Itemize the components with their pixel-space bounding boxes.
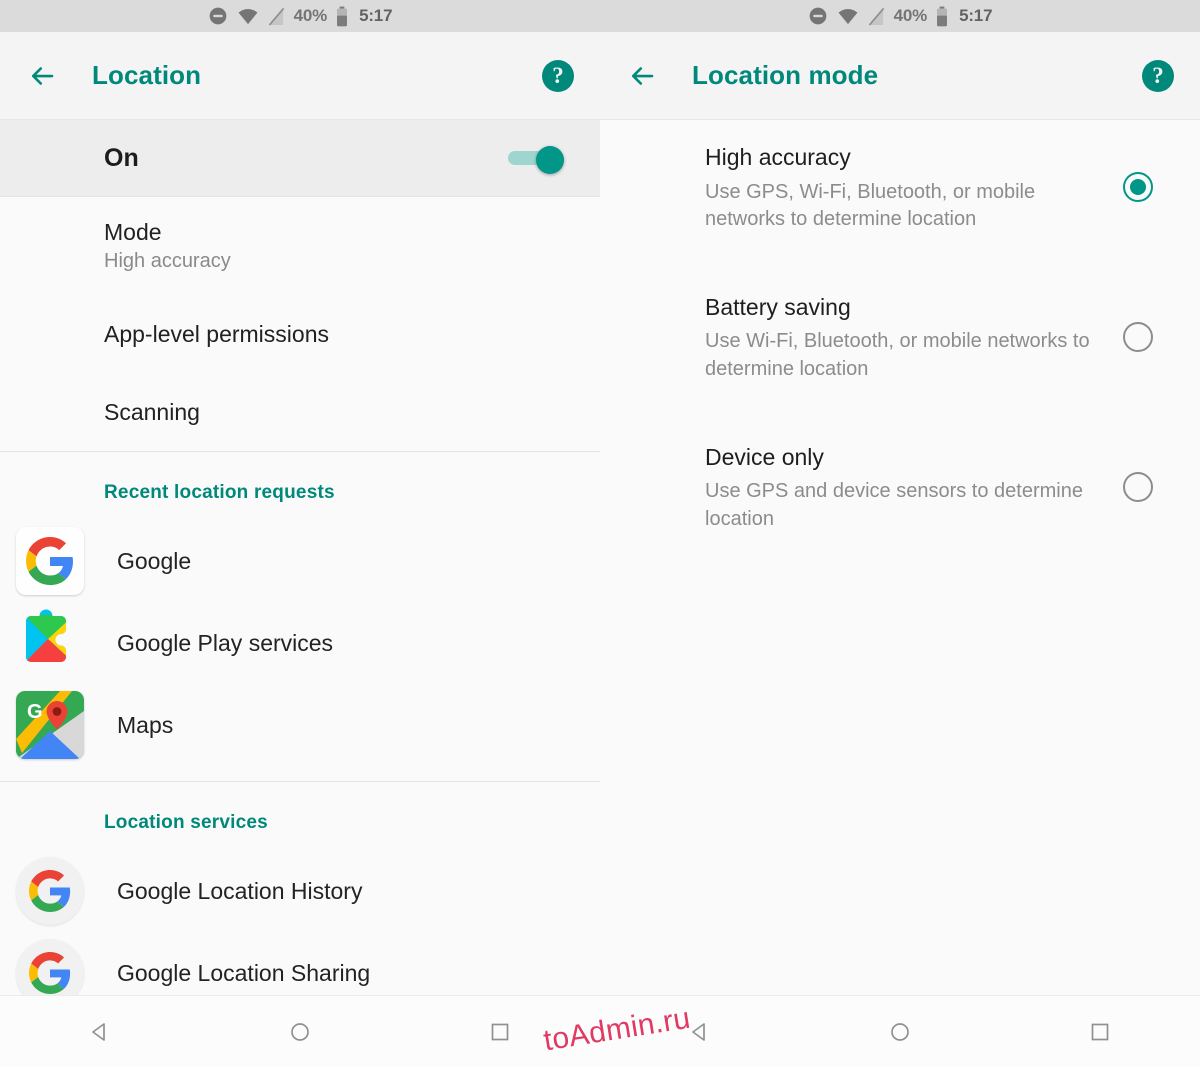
list-item-label: Maps — [117, 711, 174, 738]
option-title: High accuracy — [705, 144, 851, 170]
no-sim-signal-icon — [868, 7, 884, 26]
nav-recents-button[interactable] — [1065, 996, 1135, 1067]
row-title: Mode — [104, 219, 162, 245]
recents-square-icon — [1091, 1023, 1109, 1040]
sidebar-item-scanning[interactable]: Scanning — [0, 373, 600, 451]
option-title: Battery saving — [705, 293, 851, 320]
list-item[interactable]: Google Play services — [0, 602, 600, 684]
app-bar-location: Location ? — [0, 32, 600, 120]
battery-percent-label: 40% — [293, 6, 328, 25]
page-title: Location mode — [692, 60, 879, 90]
section-header-recent-requests: Recent location requests — [104, 482, 335, 504]
toggle-state-label: On — [104, 143, 139, 172]
wifi-icon — [838, 9, 858, 25]
status-bar-left: 40% 5:17 — [0, 0, 600, 32]
list-item-label: Google Location History — [117, 877, 363, 904]
option-description: Use Wi-Fi, Bluetooth, or mobile networks… — [705, 330, 1090, 380]
back-triangle-icon — [92, 1022, 105, 1041]
switch-thumb — [536, 146, 564, 174]
do-not-disturb-icon — [209, 7, 226, 25]
section-header-location-services: Location services — [104, 812, 268, 834]
arrow-left-icon — [631, 66, 654, 85]
row-subtitle: High accuracy — [104, 250, 231, 273]
google-play-services-icon — [16, 609, 84, 677]
list-item[interactable]: Google Location History — [0, 850, 600, 932]
page-title: Location — [92, 60, 202, 90]
row-title: Scanning — [104, 399, 200, 426]
status-bar-right: 40% 5:17 — [600, 0, 1200, 32]
dual-screenshot: 40% 5:17 40% 5:17 Location ? Location mo… — [0, 0, 1200, 1067]
row-title: App-level permissions — [104, 321, 329, 348]
list-item[interactable]: G Maps — [0, 684, 600, 766]
google-g-icon — [16, 857, 84, 926]
nav-recents-button[interactable] — [465, 996, 535, 1067]
list-item-label: Google — [117, 547, 192, 574]
option-battery-saving[interactable]: Battery saving Use Wi-Fi, Bluetooth, or … — [600, 258, 1200, 408]
recents-square-icon — [491, 1023, 509, 1040]
nav-back-button[interactable] — [65, 996, 135, 1067]
svg-text:G: G — [27, 701, 43, 723]
location-settings-list: On Mode High accuracy App-level permissi… — [0, 120, 600, 995]
help-button[interactable]: ? — [542, 59, 574, 92]
do-not-disturb-icon — [809, 7, 826, 25]
battery-icon — [937, 6, 948, 26]
sidebar-item-app-level-permissions[interactable]: App-level permissions — [0, 295, 600, 373]
arrow-left-icon — [31, 66, 54, 85]
battery-icon — [337, 6, 348, 26]
battery-percent-label: 40% — [893, 6, 928, 25]
google-maps-icon: G — [16, 691, 84, 760]
option-title: Device only — [705, 443, 824, 470]
location-mode-options-list: High accuracy Use GPS, Wi-Fi, Bluetooth,… — [600, 120, 1200, 995]
nav-home-button[interactable] — [265, 996, 335, 1067]
option-high-accuracy[interactable]: High accuracy Use GPS, Wi-Fi, Bluetooth,… — [600, 120, 1200, 258]
back-button[interactable] — [14, 48, 70, 104]
radio-button-high-accuracy[interactable] — [1123, 172, 1153, 202]
help-circle-icon: ? — [1152, 63, 1164, 88]
google-g-icon — [16, 939, 84, 995]
google-g-icon — [16, 527, 84, 596]
option-text: Device only Use GPS and device sensors t… — [705, 444, 1105, 534]
option-description: Use GPS and device sensors to determine … — [705, 480, 1083, 530]
radio-button-device-only[interactable] — [1123, 471, 1153, 502]
option-text: High accuracy Use GPS, Wi-Fi, Bluetooth,… — [705, 144, 1105, 234]
app-bar-location-mode: Location mode ? — [600, 32, 1200, 120]
option-description: Use GPS, Wi-Fi, Bluetooth, or mobile net… — [705, 180, 1036, 231]
clock-label: 5:17 — [959, 6, 993, 25]
help-circle-icon: ? — [552, 63, 564, 88]
sidebar-item-mode[interactable]: Mode High accuracy — [0, 197, 600, 295]
navigation-bar-left — [0, 995, 600, 1067]
location-master-toggle-row[interactable]: On — [0, 120, 600, 197]
home-circle-icon — [291, 1022, 309, 1041]
back-button[interactable] — [614, 48, 670, 104]
location-toggle-switch[interactable] — [508, 146, 564, 174]
radio-button-battery-saving[interactable] — [1123, 321, 1153, 352]
list-item-label: Google Location Sharing — [117, 959, 371, 986]
option-text: Battery saving Use Wi-Fi, Bluetooth, or … — [705, 294, 1105, 384]
no-sim-signal-icon — [268, 7, 284, 26]
nav-home-button[interactable] — [865, 996, 935, 1067]
wifi-icon — [238, 9, 258, 25]
help-button[interactable]: ? — [1142, 59, 1174, 92]
list-item-label: Google Play services — [117, 629, 334, 656]
list-item[interactable]: Google Location Sharing — [0, 932, 600, 995]
list-item[interactable]: Google — [0, 520, 600, 602]
option-device-only[interactable]: Device only Use GPS and device sensors t… — [600, 408, 1200, 558]
clock-label: 5:17 — [359, 6, 393, 25]
home-circle-icon — [891, 1022, 909, 1041]
